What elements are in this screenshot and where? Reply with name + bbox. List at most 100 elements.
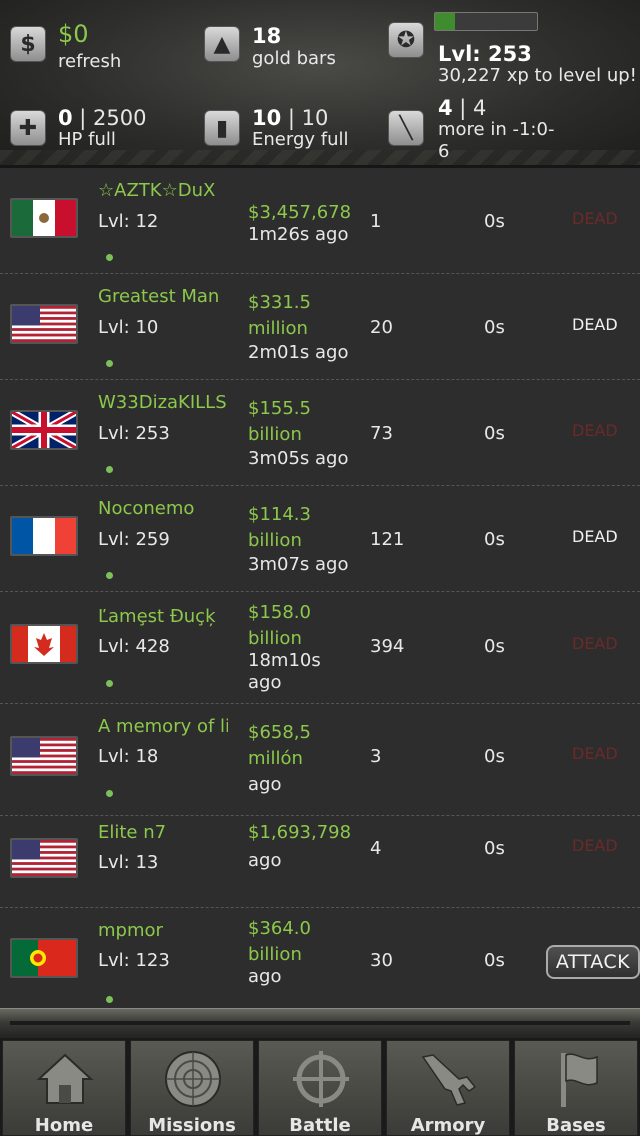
table-row[interactable]: Greatest Man Lvl: 10 $331.5 million 2m01s ag…: [0, 274, 640, 380]
energy-label: Energy full: [252, 129, 349, 150]
kill-count: 30: [370, 950, 393, 971]
player-level: Lvl: 10: [98, 317, 159, 338]
online-indicator: [106, 996, 113, 1003]
table-row[interactable]: W33DizaKILLS Lvl: 253 $155.5 billion 3m05s a…: [0, 380, 640, 486]
table-row[interactable]: Elite n7 Lvl: 13 $1,693,798 ago 4 0s DEAD: [0, 816, 640, 908]
hp-current: 0: [58, 106, 73, 130]
cooldown-timer: 0s: [484, 838, 505, 859]
tab-home[interactable]: Home: [2, 1040, 126, 1136]
online-indicator: [106, 572, 113, 579]
tab-bases[interactable]: Bases: [514, 1040, 638, 1136]
online-indicator: [106, 466, 113, 473]
cash-value: $0: [58, 20, 89, 48]
flag-usa-icon: [12, 306, 76, 342]
energy-icon: ▮: [204, 110, 240, 146]
status-header: $ $0 refresh ▲ 18 gold bars ✪ Lvl: 253 3…: [0, 0, 640, 168]
time-ago: ago: [248, 672, 282, 693]
online-indicator: [106, 360, 113, 367]
tab-label: Battle: [289, 1115, 351, 1136]
tab-label: Missions: [148, 1115, 236, 1136]
bounty-line: $331.5: [248, 292, 311, 313]
player-level: Lvl: 18: [98, 746, 159, 767]
table-row[interactable]: mpmor Lvl: 123 $364.0 billion ago 30 0s ATTACK: [0, 908, 640, 1012]
flag-icon: [561, 1053, 598, 1107]
cooldown-timer: 0s: [484, 423, 505, 444]
flag-usa-icon: [12, 738, 76, 774]
attack-button[interactable]: ATTACK: [546, 945, 640, 979]
tab-label: Home: [34, 1115, 94, 1136]
bounty-line: billion: [248, 628, 302, 649]
cash-refresh-label[interactable]: refresh: [58, 51, 121, 73]
status-label: DEAD: [572, 315, 618, 334]
table-row[interactable]: Noconemo Lvl: 259 $114.3 billion 3m07s ago 12…: [0, 486, 640, 592]
bounty-line: $114.3: [248, 504, 311, 525]
divider-rail: [10, 1021, 630, 1025]
flag-portugal-icon: [12, 940, 76, 976]
time-ago: 3m07s ago: [248, 554, 349, 575]
energy-current: 10: [252, 106, 282, 130]
bounty-line: $155.5: [248, 398, 311, 419]
player-name[interactable]: Noconemo: [98, 498, 228, 519]
health-icon: ✚: [10, 110, 46, 146]
country-flag: [10, 516, 78, 556]
country-flag: [10, 938, 78, 978]
bounty-amount: $331.5 million: [248, 290, 358, 342]
kill-count: 20: [370, 317, 393, 338]
player-name[interactable]: mpmor: [98, 920, 228, 941]
time-ago: 2m01s ago: [248, 342, 349, 363]
radar-icon: [165, 1051, 221, 1107]
player-name[interactable]: Ľamȩst Đuçķ: [98, 606, 228, 627]
flag-uk-icon: [12, 412, 76, 448]
player-level: Lvl: 253: [98, 423, 170, 444]
player-name[interactable]: A memory of li: [98, 716, 228, 737]
flag-france-icon: [12, 518, 76, 554]
hp-max: | 2500: [72, 106, 147, 130]
bounty-amount: $158.0 billion: [248, 600, 358, 652]
stamina-icon: ╲: [388, 110, 424, 146]
bounty-line: $1,693,798: [248, 822, 352, 843]
online-indicator: [106, 254, 113, 261]
flag-usa-icon: [12, 840, 76, 876]
player-level: Lvl: 12: [98, 211, 159, 232]
cooldown-timer: 0s: [484, 636, 505, 657]
crosshair-icon: [293, 1051, 349, 1107]
cooldown-timer: 0s: [484, 317, 505, 338]
bounty-amount: $364.0 billion: [248, 916, 358, 968]
gold-label: gold bars: [252, 48, 336, 69]
cooldown-timer: 0s: [484, 529, 505, 550]
stamina-current: 4: [438, 96, 453, 120]
time-ago: ago: [248, 774, 282, 795]
bounty-line: millón: [248, 748, 303, 769]
tab-missions[interactable]: Missions: [130, 1040, 254, 1136]
kill-count: 1: [370, 211, 382, 232]
player-level: Lvl: 123: [98, 950, 170, 971]
bounty-amount: $3,457,678: [248, 200, 358, 226]
country-flag: [10, 198, 78, 238]
player-name[interactable]: ☆AZTK☆DuX: [98, 180, 228, 201]
energy-value: 10 | 10: [252, 106, 328, 130]
table-row[interactable]: Ľamȩst Đuçķ Lvl: 428 $158.0 billion 18m10s ag…: [0, 592, 640, 704]
status-label: DEAD: [572, 744, 618, 763]
time-ago: ago: [248, 850, 282, 871]
country-flag: [10, 410, 78, 450]
player-name[interactable]: Elite n7: [98, 822, 228, 843]
table-row[interactable]: A memory of li Lvl: 18 $658,5 millón ago 3 0s D…: [0, 704, 640, 816]
home-icon: [36, 1053, 94, 1104]
tab-armory[interactable]: Armory: [386, 1040, 510, 1136]
bounty-line: $158.0: [248, 602, 311, 623]
hitlist[interactable]: ☆AZTK☆DuX Lvl: 12 $3,457,678 1m26s ago 1 0s DE…: [0, 168, 640, 1012]
table-row[interactable]: ☆AZTK☆DuX Lvl: 12 $3,457,678 1m26s ago 1 0s DE…: [0, 168, 640, 274]
player-name[interactable]: Greatest Man: [98, 286, 228, 307]
bounty-line: million: [248, 318, 308, 339]
bounty-line: $364.0: [248, 918, 311, 939]
stamina-value: 4 | 4: [438, 96, 486, 120]
hp-value: 0 | 2500: [58, 106, 147, 130]
tab-battle[interactable]: Battle: [258, 1040, 382, 1136]
xp-progress-bar: [434, 12, 538, 31]
bounty-line: billion: [248, 424, 302, 445]
xp-to-level-text: 30,227 xp to level up!: [438, 65, 637, 86]
country-flag: [10, 624, 78, 664]
time-ago: ago: [248, 966, 282, 987]
cooldown-timer: 0s: [484, 211, 505, 232]
player-name[interactable]: W33DizaKILLS: [98, 392, 228, 413]
